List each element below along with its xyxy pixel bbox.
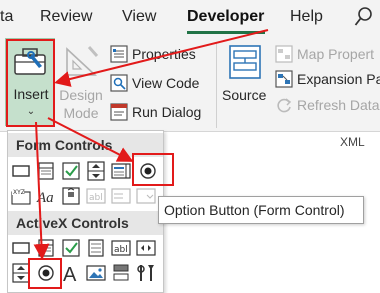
run-dialog-label: Run Dialog (132, 104, 202, 120)
tab-data[interactable]: ta (0, 8, 13, 26)
combo-box-icon (38, 162, 54, 180)
group-box-icon: XYZ (11, 188, 31, 205)
refresh-data-label: Refresh Data (297, 97, 380, 113)
design-mode-label-line1[interactable]: Design (58, 87, 104, 103)
activex-image-control[interactable] (85, 262, 107, 284)
scroll-bar-icon (62, 187, 80, 205)
form-text-field-control: abl (85, 185, 107, 207)
ribbon-tab-bar: ta Review View Developer Help (0, 0, 380, 36)
activex-list-box-icon (88, 239, 104, 257)
activex-more-controls[interactable] (135, 262, 157, 284)
activex-text-box-control[interactable]: abl (110, 237, 132, 259)
map-properties-label: Map Propert (297, 46, 375, 62)
activex-option-highlight (28, 258, 62, 289)
form-button-control[interactable] (10, 160, 32, 182)
expansion-packs-label: Expansion Pa (297, 71, 380, 87)
activex-label-control[interactable]: A (60, 262, 82, 284)
text-field-disabled-icon: abl (86, 188, 106, 204)
svg-text:abl: abl (114, 245, 128, 255)
refresh-data-button[interactable]: Refresh Data (275, 94, 379, 116)
map-properties-button[interactable]: Map Propert (275, 43, 374, 65)
command-button-icon (12, 242, 30, 254)
properties-icon (110, 45, 128, 63)
spin-button-icon (87, 161, 105, 181)
insert-highlight (6, 39, 55, 127)
combo-list-disabled-icon (111, 188, 131, 204)
search-icon[interactable] (354, 6, 374, 28)
source-label[interactable]: Source (222, 87, 266, 103)
text-box-icon: abl (111, 240, 131, 256)
button-control-icon (12, 165, 30, 177)
form-combo-list-control (110, 185, 132, 207)
form-list-box-control[interactable] (110, 160, 132, 182)
option-button-tooltip: Option Button (Form Control) (158, 196, 364, 224)
activex-label-icon: A (63, 264, 77, 283)
label-icon: Aa (36, 190, 54, 205)
svg-text:Aa: Aa (36, 190, 54, 205)
activex-controls-header: ActiveX Controls (8, 211, 163, 235)
check-box-icon (62, 162, 80, 180)
toggle-button-icon (113, 264, 129, 281)
list-box-icon (111, 163, 131, 179)
svg-text:XYZ: XYZ (13, 189, 25, 196)
form-combo-drop-control (135, 185, 157, 207)
svg-text:abl: abl (89, 193, 103, 203)
activex-command-button-control[interactable] (10, 237, 32, 259)
activex-list-box-control[interactable] (85, 237, 107, 259)
run-dialog-button[interactable]: Run Dialog (110, 101, 201, 123)
view-code-icon (110, 74, 128, 92)
properties-label: Properties (132, 46, 196, 62)
form-label-control[interactable]: Aa (35, 185, 57, 207)
active-tab-indicator (187, 31, 265, 34)
activex-check-box-icon (62, 239, 80, 257)
activex-scroll-bar-icon (136, 240, 156, 256)
activex-combo-box-icon (38, 239, 54, 257)
form-spin-button-control[interactable] (85, 160, 107, 182)
tab-developer[interactable]: Developer (187, 8, 264, 26)
tab-help[interactable]: Help (290, 8, 323, 26)
refresh-icon (277, 98, 292, 113)
option-button-highlight (132, 153, 174, 186)
properties-button[interactable]: Properties (110, 43, 196, 65)
form-scroll-bar-control[interactable] (60, 185, 82, 207)
tab-view[interactable]: View (122, 8, 156, 26)
xml-group-label: XML (340, 135, 365, 149)
svg-text:A: A (63, 264, 77, 283)
view-code-label: View Code (132, 75, 200, 91)
activex-scroll-bar-control[interactable] (135, 237, 157, 259)
run-dialog-icon (110, 103, 128, 121)
activex-combo-box-control[interactable] (35, 237, 57, 259)
activex-toggle-button-control[interactable] (110, 262, 132, 284)
map-properties-icon (275, 45, 293, 63)
expansion-packs-button[interactable]: Expansion Pa (275, 68, 380, 90)
tab-review[interactable]: Review (40, 8, 92, 26)
more-controls-icon (137, 265, 154, 281)
expansion-packs-icon (275, 70, 293, 88)
design-mode-icon (66, 46, 99, 76)
activex-check-box-control[interactable] (60, 237, 82, 259)
form-check-box-control[interactable] (60, 160, 82, 182)
combo-drop-disabled-icon (136, 188, 156, 204)
image-icon (86, 265, 106, 281)
view-code-button[interactable]: View Code (110, 72, 199, 94)
form-group-box-control[interactable]: XYZ (10, 185, 32, 207)
group-divider (216, 42, 217, 128)
source-icon (229, 45, 261, 79)
form-combo-box-control[interactable] (35, 160, 57, 182)
design-mode-label-line2[interactable]: Mode (58, 105, 104, 121)
